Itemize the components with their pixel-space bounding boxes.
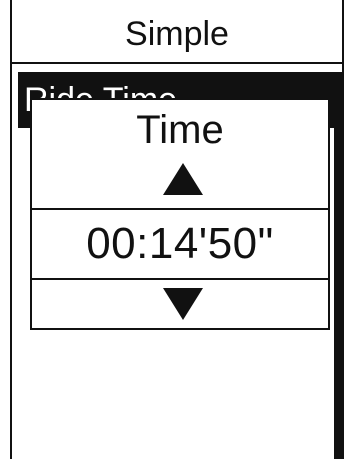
picker-label: Time — [136, 108, 224, 152]
picker-value-field[interactable]: 00:14'50" — [32, 208, 328, 280]
triangle-up-icon[interactable] — [163, 163, 203, 195]
device-screen: Simple Ride Time Time 00:14'50" — [10, 0, 344, 459]
page-title: Simple — [125, 15, 229, 53]
picker-value: 00:14'50" — [86, 219, 274, 268]
triangle-down-icon[interactable] — [163, 288, 203, 320]
title-bar: Simple — [12, 0, 342, 64]
value-picker-dialog: Time 00:14'50" — [30, 98, 330, 330]
scrollbar[interactable] — [334, 72, 342, 459]
